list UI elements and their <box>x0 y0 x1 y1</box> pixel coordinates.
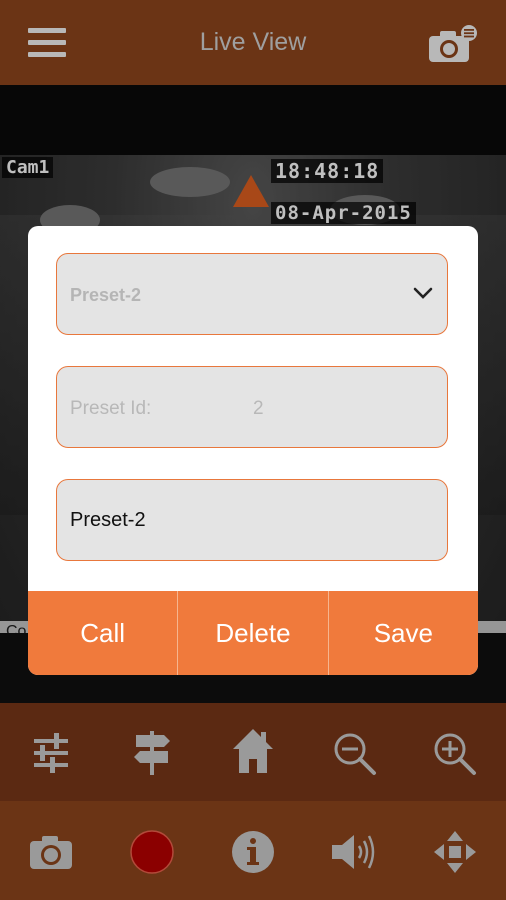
preset-name-field[interactable] <box>56 479 448 561</box>
control-bar <box>0 703 506 801</box>
preset-id-label: Preset Id: <box>70 398 152 419</box>
bottom-bar <box>0 801 506 900</box>
chevron-down-icon <box>413 287 433 299</box>
dialog-button-bar: Call Delete Save <box>28 591 478 675</box>
preset-dropdown-value: Preset-2 <box>70 285 142 305</box>
zoom-out-icon[interactable] <box>332 731 378 777</box>
preset-id-value: 2 <box>253 398 264 419</box>
snapshot-gallery-icon[interactable] <box>426 22 482 66</box>
save-button[interactable]: Save <box>329 591 478 675</box>
delete-button[interactable]: Delete <box>178 591 327 675</box>
camera-icon[interactable] <box>28 833 74 871</box>
zoom-in-icon[interactable] <box>432 731 478 777</box>
top-bar: Live View <box>0 0 506 85</box>
preset-id-field: Preset Id: 2 <box>56 366 448 448</box>
settings-sliders-icon[interactable] <box>32 731 70 775</box>
speaker-icon[interactable] <box>330 831 378 873</box>
call-button[interactable]: Call <box>28 591 177 675</box>
preset-dropdown[interactable]: Preset-2 <box>56 253 448 335</box>
home-icon[interactable] <box>231 727 275 775</box>
preset-name-input[interactable] <box>57 480 447 560</box>
info-icon[interactable] <box>230 829 276 875</box>
ptz-move-icon[interactable] <box>432 829 478 875</box>
record-icon[interactable] <box>129 829 175 875</box>
signpost-icon[interactable] <box>132 729 172 777</box>
preset-dialog: Preset-2 Preset Id: 2 Call Delete Save <box>28 226 478 675</box>
